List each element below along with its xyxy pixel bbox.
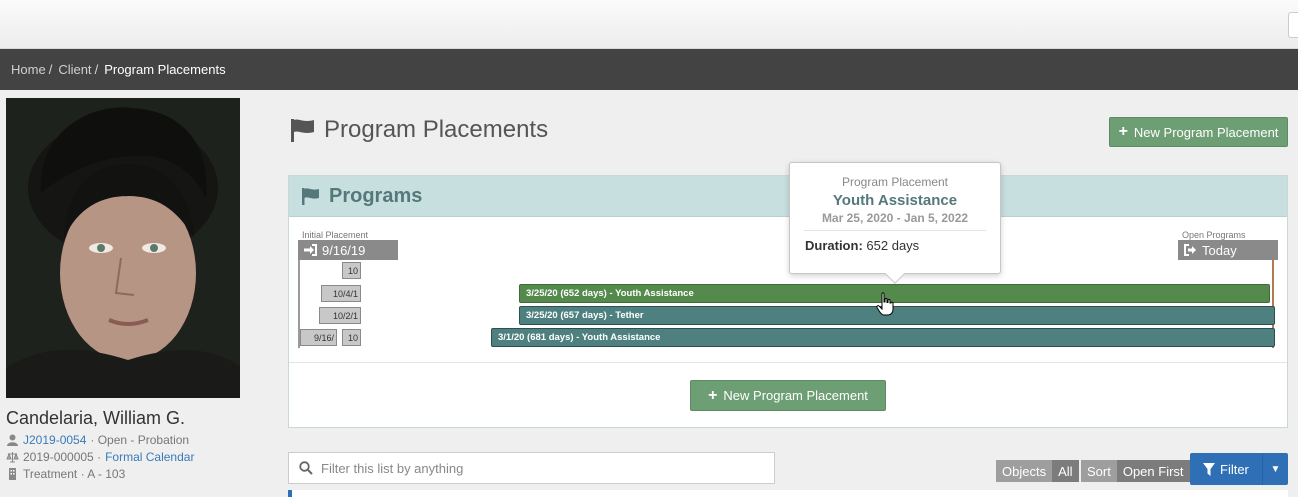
breadcrumb-client[interactable]: Client (58, 62, 91, 77)
program-tooltip: Program Placement Youth Assistance Mar 2… (789, 162, 1001, 284)
tooltip-duration-value: 652 days (866, 238, 920, 253)
person-icon (7, 434, 18, 446)
new-program-placement-button[interactable]: + New Program Placement (1109, 117, 1288, 147)
timeline-mini-bar[interactable]: 10/4/1 (321, 285, 361, 302)
court-number: 2019-000005 · (23, 450, 102, 464)
timeline-today: Today (1178, 240, 1278, 260)
tooltip-heading: Program Placement (841, 175, 949, 189)
new-program-placement-label: New Program Placement (1133, 124, 1279, 140)
program-bar-youth-assistance[interactable]: 3/25/20 (652 days) - Youth Assistance (519, 284, 1270, 303)
timeline-mini-bar[interactable]: 10 (342, 329, 361, 346)
program-bar-youth-assistance-2[interactable]: 3/1/20 (681 days) - Youth Assistance (491, 328, 1275, 347)
open-programs-label: Open Programs (1182, 230, 1246, 240)
client-case-line: J2019-0054 · Open - Probation (6, 433, 189, 447)
top-right-control[interactable] (1288, 12, 1298, 38)
programs-panel-title: Programs (329, 184, 423, 207)
tooltip-dates: Mar 25, 2020 - Jan 5, 2022 (821, 211, 969, 225)
client-court-line: 2019-000005 · Formal Calendar (6, 450, 194, 464)
breadcrumb: Home / Client / Program Placements (0, 49, 1298, 90)
case-status: · Open - Probation (90, 433, 190, 447)
chevron-down-icon[interactable]: ▼ (1262, 453, 1288, 485)
objects-label: Objects (996, 460, 1053, 482)
court-calendar-link[interactable]: Formal Calendar (105, 450, 194, 464)
client-location-line: Treatment · A - 103 (6, 467, 125, 481)
plus-icon: + (1118, 123, 1128, 140)
panel-new-program-placement-button[interactable]: + New Program Placement (690, 380, 886, 411)
objects-toggle[interactable]: Objects All (996, 460, 1079, 482)
filter-button-label: Filter (1220, 461, 1249, 477)
tooltip-program-name: Youth Assistance (832, 192, 958, 209)
initial-placement-label: Initial Placement (302, 230, 369, 240)
timeline-today-label: Today (1202, 242, 1237, 258)
sort-open-first-option[interactable]: Open First (1116, 460, 1190, 482)
objects-all-option[interactable]: All (1052, 460, 1079, 482)
flag-icon (291, 119, 314, 142)
timeline-mini-bar[interactable]: 10/2/1 (319, 307, 361, 324)
sign-out-icon (1184, 244, 1196, 256)
client-name: Candelaria, William G. (6, 408, 186, 428)
flag-icon (302, 188, 319, 205)
client-location: Treatment · A - 103 (23, 467, 126, 481)
case-number-link[interactable]: J2019-0054 (23, 433, 86, 447)
filter-icon (1203, 462, 1215, 476)
browser-top-bar (0, 0, 1298, 49)
timeline-mini-bar[interactable]: 10 (342, 262, 361, 279)
search-icon (299, 461, 313, 475)
timeline-start-date: 9/16/19 (322, 242, 366, 258)
breadcrumb-current: Program Placements (104, 62, 226, 77)
page-title-text: Program Placements (324, 116, 549, 143)
client-photo (6, 98, 240, 398)
tooltip-divider (804, 230, 986, 231)
panel-new-program-placement-label: New Program Placement (723, 388, 868, 403)
sort-label: Sort (1081, 460, 1117, 482)
sort-toggle[interactable]: Sort Open First (1081, 460, 1190, 482)
timeline-start: 9/16/19 (298, 240, 398, 260)
scale-icon (6, 452, 19, 463)
filter-button-main[interactable]: Filter (1190, 453, 1262, 485)
breadcrumb-home[interactable]: Home (11, 62, 46, 77)
timeline-mini-bar[interactable]: 9/16/ (300, 329, 337, 346)
list-top-edge (288, 490, 1288, 497)
programs-panel-header: Programs (289, 176, 1287, 217)
filter-button[interactable]: Filter ▼ (1190, 453, 1288, 485)
hand-cursor-icon (876, 292, 894, 316)
program-bar-tether[interactable]: 3/25/20 (657 days) - Tether (519, 306, 1275, 325)
building-icon (9, 468, 16, 480)
sign-in-icon (304, 244, 317, 256)
plus-icon: + (708, 386, 718, 404)
page-title: Program Placements (290, 116, 548, 144)
tooltip-duration-label: Duration: (805, 238, 863, 253)
filter-list-input[interactable] (321, 460, 751, 476)
panel-divider (289, 362, 1287, 363)
filter-list-field[interactable] (288, 452, 775, 484)
tooltip-duration: Duration: 652 days (805, 238, 919, 253)
